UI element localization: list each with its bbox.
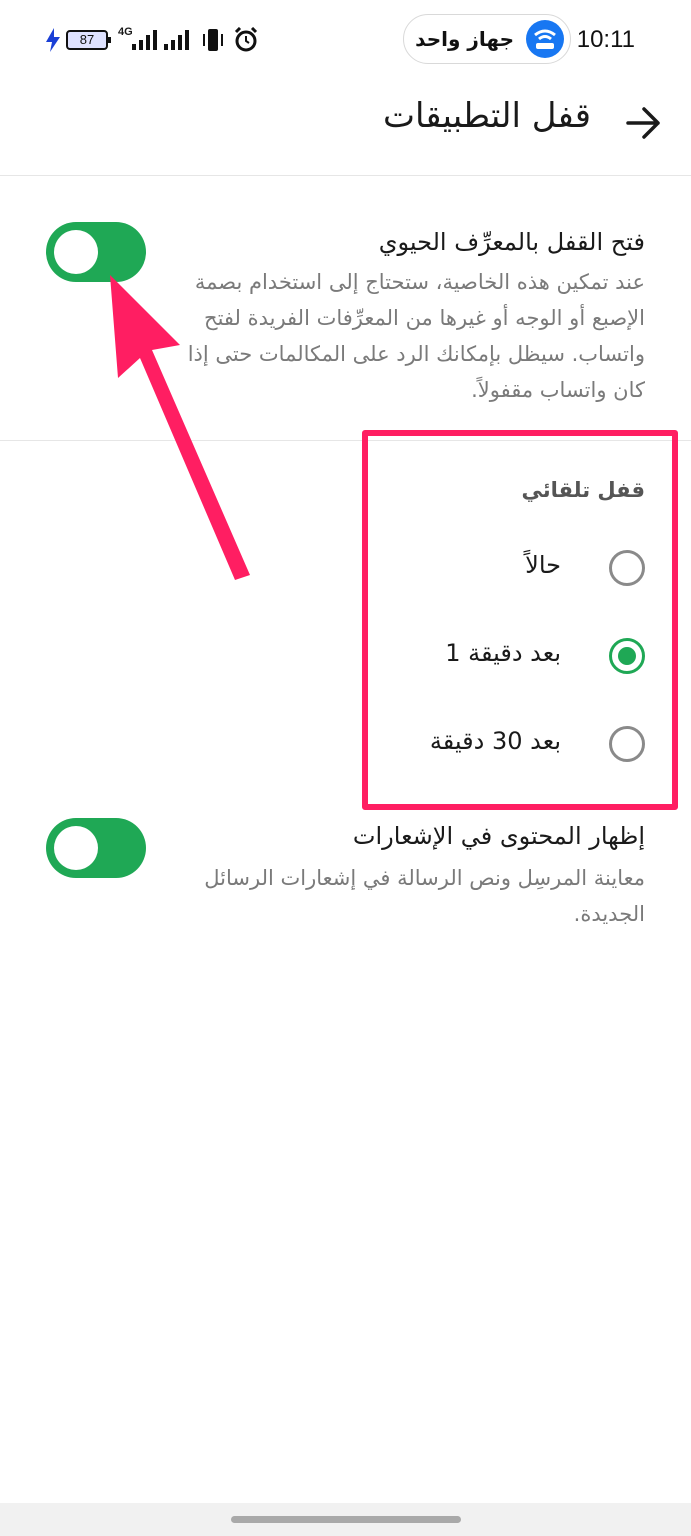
flash-icon: [46, 28, 60, 52]
notifications-title: إظهار المحتوى في الإشعارات: [352, 822, 645, 850]
signal-icon-2: [164, 30, 189, 50]
wifi-router-icon: [526, 20, 564, 58]
signal-icon-1: [132, 30, 157, 50]
annotation-highlight-box: [362, 430, 678, 810]
navigation-bar: [0, 1503, 691, 1536]
page-title: قفل التطبيقات: [382, 96, 591, 136]
battery-indicator: 87: [66, 30, 111, 50]
status-bar: 87 4G جهاز واحد 10:11: [0, 0, 691, 80]
vibrate-icon: [203, 29, 223, 51]
header-divider: [0, 175, 691, 176]
alarm-icon: [234, 27, 258, 52]
network-type-label: 4G: [118, 26, 133, 38]
device-pill-label: جهاز واحد: [415, 27, 514, 51]
biometric-title: فتح القفل بالمعرِّف الحيوي: [378, 228, 645, 256]
annotation-arrow: [110, 275, 250, 580]
device-pill[interactable]: جهاز واحد: [403, 14, 571, 64]
toggle-knob: [54, 230, 98, 274]
back-arrow-icon[interactable]: [626, 106, 662, 140]
home-gesture-handle[interactable]: [231, 1516, 461, 1523]
notifications-description: معاينة المرسِل ونص الرسالة في إشعارات ال…: [204, 866, 645, 926]
notifications-toggle[interactable]: [46, 818, 146, 878]
toggle-knob: [54, 826, 98, 870]
clock: 10:11: [576, 26, 635, 53]
